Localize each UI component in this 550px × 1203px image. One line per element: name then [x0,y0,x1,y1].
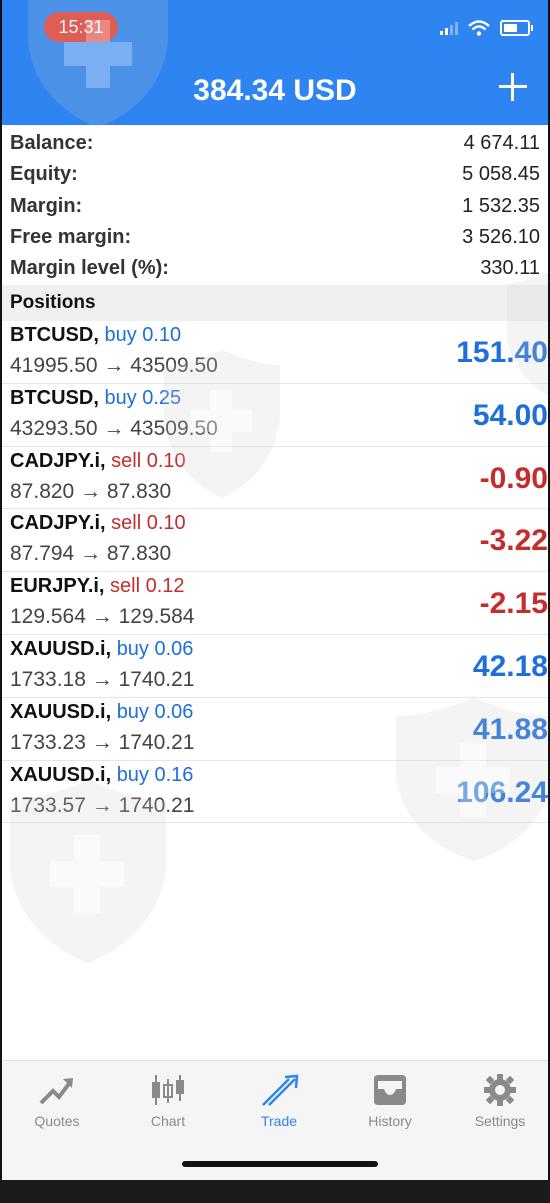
position-row[interactable]: BTCUSD, buy 0.10 41995.50 → 43509.50 151… [2,321,548,384]
summary-label: Equity: [10,163,78,186]
position-row[interactable]: XAUUSD.i, buy 0.06 1733.18 → 1740.21 42.… [2,635,548,698]
history-icon [374,1075,406,1105]
chart-icon [152,1075,184,1105]
summary-value: 5 058.45 [462,163,540,186]
position-profit: 42.18 [472,649,548,683]
position-profit: 54.00 [472,398,548,432]
wifi-icon [468,20,490,36]
status-time: 15:31 [44,12,118,42]
position-symbol: XAUUSD.i, [10,700,112,723]
position-direction: sell 0.10 [111,449,186,472]
position-profit: -3.22 [479,524,548,558]
tab-label: History [368,1113,412,1129]
signal-icon [440,21,458,35]
tab-quotes[interactable]: Quotes [7,1069,107,1139]
summary-label: Balance: [10,132,94,155]
summary-row-margin-level: Margin level (%): 330.11 [2,253,548,284]
position-profit: 106.24 [456,775,548,809]
battery-icon [500,20,533,36]
position-prices: 87.820 → 87.830 [10,479,172,503]
top-bar: 15:31 384.34 USD [2,0,548,125]
position-profit: -2.15 [479,587,548,621]
summary-value: 330.11 [480,257,540,280]
position-direction: sell 0.10 [111,512,186,535]
account-summary: Balance: 4 674.11 Equity: 5 058.45 Margi… [2,128,548,284]
position-direction: buy 0.06 [116,637,194,660]
tab-trade[interactable]: Trade [229,1069,329,1139]
summary-value: 1 532.35 [462,194,540,217]
positions-list: BTCUSD, buy 0.10 41995.50 → 43509.50 151… [2,321,548,824]
position-row[interactable]: XAUUSD.i, buy 0.16 1733.57 → 1740.21 106… [2,761,548,824]
position-row[interactable]: CADJPY.i, sell 0.10 87.794 → 87.830 -3.2… [2,509,548,573]
tab-label: Settings [474,1113,526,1129]
position-prices: 87.794 → 87.830 [10,542,172,566]
position-symbol: XAUUSD.i, [10,637,112,660]
trade-icon [262,1074,299,1106]
position-row[interactable]: CADJPY.i, sell 0.10 87.820 → 87.830 -0.9… [2,447,548,510]
status-icons [440,20,533,36]
tab-chart[interactable]: Chart [118,1069,218,1139]
position-row[interactable]: BTCUSD, buy 0.25 43293.50 → 43509.50 54.… [2,384,548,447]
settings-icon [484,1074,516,1106]
home-indicator[interactable] [182,1161,378,1167]
tab-label: Chart [150,1113,186,1129]
summary-row-free-margin: Free margin: 3 526.10 [2,222,548,253]
position-direction: buy 0.25 [104,386,182,409]
position-prices: 1733.23 → 1740.21 [10,730,195,754]
position-symbol: BTCUSD, [10,324,99,346]
summary-label: Free margin: [10,226,132,249]
position-symbol: CADJPY.i, [10,512,106,535]
position-row[interactable]: XAUUSD.i, buy 0.06 1733.23 → 1740.21 41.… [2,698,548,761]
summary-label: Margin level (%): [10,257,169,280]
tab-history[interactable]: History [340,1069,440,1139]
position-profit: 41.88 [472,712,548,746]
add-order-button[interactable] [496,70,530,104]
position-profit: 151.40 [456,336,548,369]
position-direction: buy 0.16 [116,763,194,786]
positions-section-header: Positions [2,285,548,321]
quotes-icon [39,1078,73,1105]
summary-row-equity: Equity: 5 058.45 [2,159,548,190]
position-prices: 129.564 → 129.584 [10,605,195,629]
position-symbol: BTCUSD, [10,386,99,409]
position-direction: buy 0.10 [104,324,182,346]
summary-row-margin: Margin: 1 532.35 [2,191,548,222]
position-prices: 41995.50 → 43509.50 [10,354,218,377]
position-prices: 1733.18 → 1740.21 [10,667,195,691]
summary-label: Margin: [10,194,83,217]
summary-value: 4 674.11 [463,132,540,155]
position-profit: -0.90 [479,461,548,495]
tab-label: Trade [260,1113,298,1129]
position-direction: buy 0.06 [116,700,194,723]
tab-settings[interactable]: Settings [450,1069,548,1139]
position-direction: sell 0.12 [110,575,185,598]
account-profit-title: 384.34 USD [193,74,357,107]
position-prices: 1733.57 → 1740.21 [10,793,195,817]
position-prices: 43293.50 → 43509.50 [10,416,218,440]
summary-value: 3 526.10 [462,226,540,249]
trade-screen: 15:31 384.34 USD Balance: 4 674.11 Equit… [2,0,548,1180]
summary-row-balance: Balance: 4 674.11 [2,128,548,159]
bottom-strip [0,1180,550,1203]
position-row[interactable]: EURJPY.i, sell 0.12 129.564 → 129.584 -2… [2,572,548,635]
position-symbol: EURJPY.i, [10,575,105,598]
position-symbol: CADJPY.i, [10,449,106,472]
tab-label: Quotes [34,1113,80,1129]
position-symbol: XAUUSD.i, [10,763,112,786]
